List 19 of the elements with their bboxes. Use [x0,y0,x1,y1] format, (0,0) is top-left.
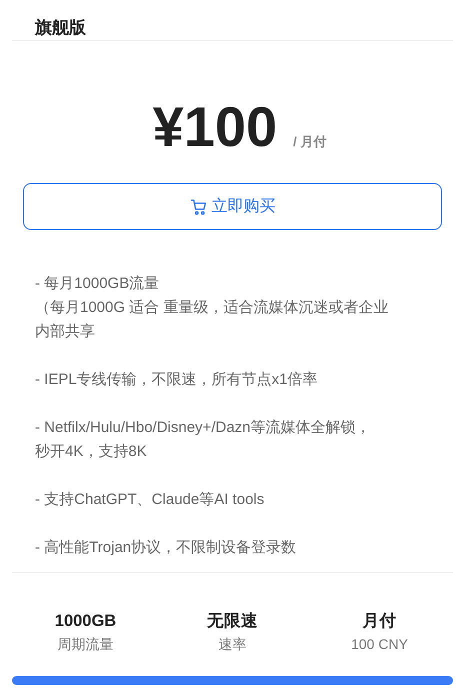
stat-label: 100 CNY [351,635,408,654]
stat-label: 速率 [218,635,246,654]
feature-text: （每月1000G 适合 重量级，适合流媒体沉迷或者企业 [35,298,390,318]
cart-icon [190,198,208,216]
feature-text: - Netfilx/Hulu/Hbo/Disney+/Dazn等流媒体全解锁， [35,418,372,438]
feature-text: - 每月1000GB流量 [35,274,160,294]
feature-text: - 支持ChatGPT、Claude等AI tools [35,490,266,510]
stat-value: 月付 [362,611,396,632]
price-amount: ¥100 [152,95,278,159]
stat-label: 周期流量 [58,635,114,654]
feature-text: - IEPL专线传输，不限速，所有节点x1倍率 [35,370,319,390]
buy-button[interactable]: 立即购买 [23,183,442,230]
feature-text: 内部共享 [35,322,96,342]
stat-value: 1000GB [54,611,116,632]
price-period: / 月付 [293,133,326,151]
feature-text: 秒开4K，支持8K [35,442,148,462]
stat-value: 无限速 [207,611,258,632]
plan-title: 旗舰版 [35,17,87,39]
feature-text: - 高性能Trojan协议，不限制设备登录数 [35,538,298,558]
